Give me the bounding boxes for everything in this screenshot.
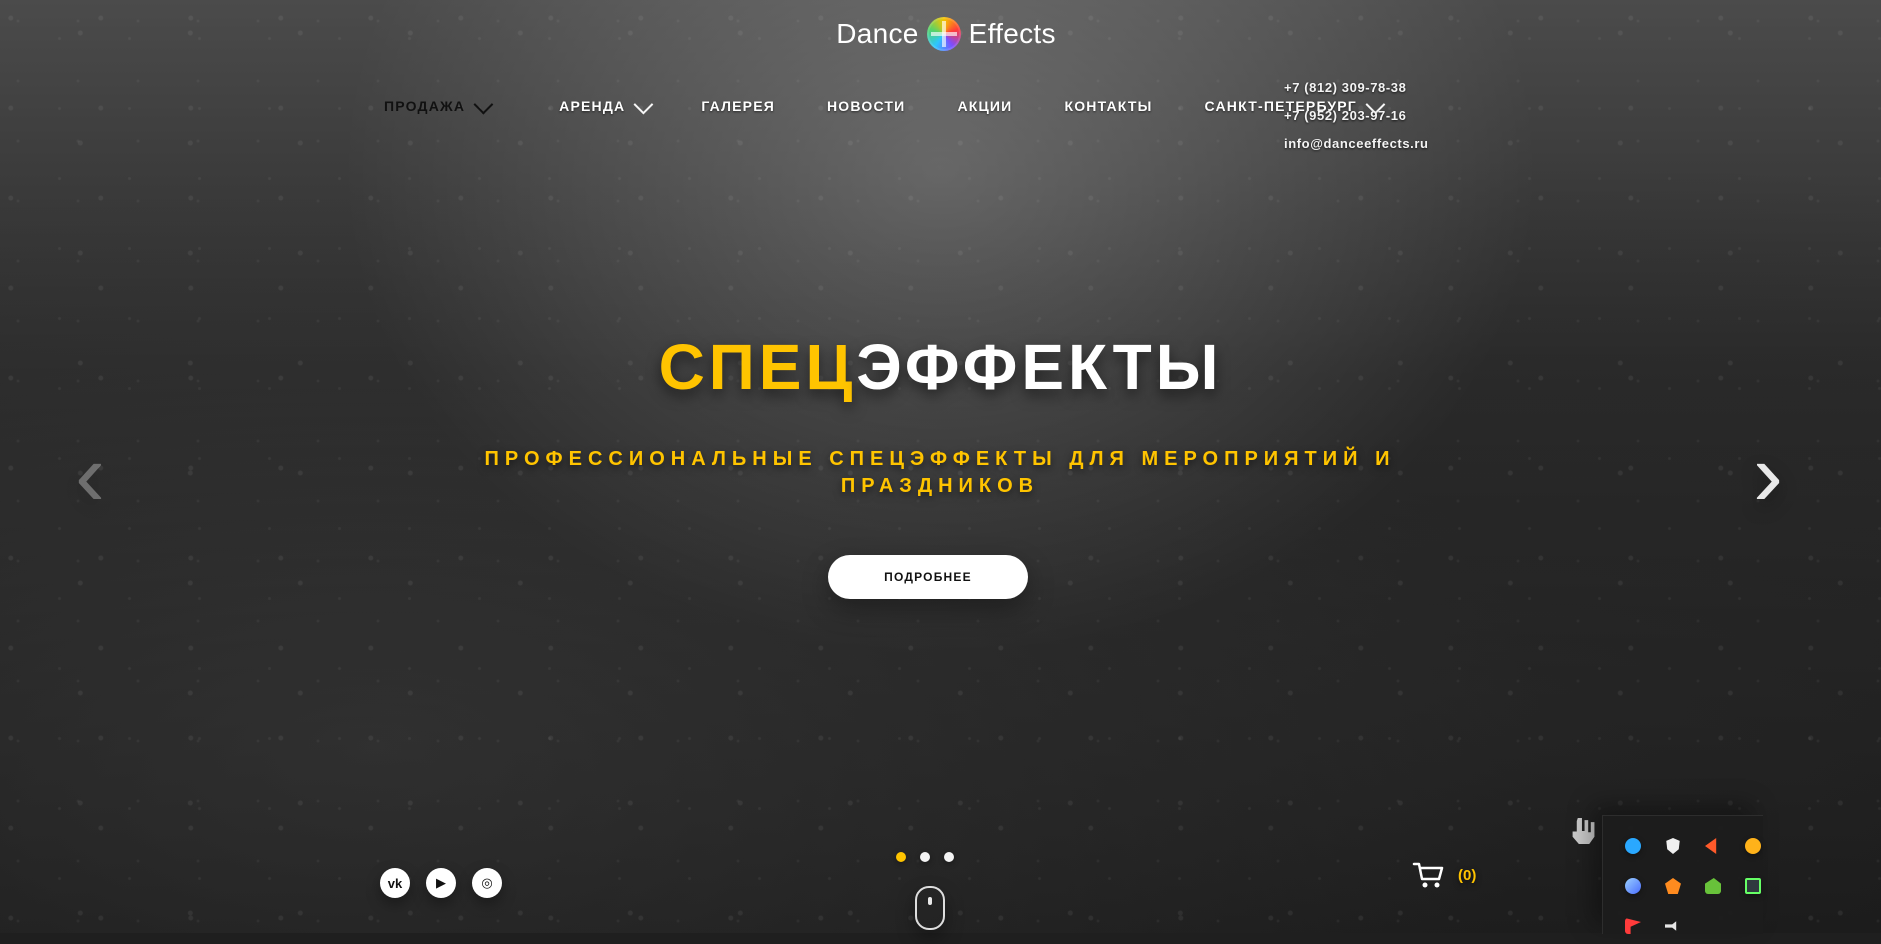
nav-item-label: АРЕНДА xyxy=(559,98,626,114)
cart-count: (0) xyxy=(1458,866,1477,884)
flag-icon xyxy=(1625,918,1641,934)
triangle-alert-icon xyxy=(1705,838,1717,854)
monitor-icon xyxy=(1745,878,1761,894)
nav-item-promos[interactable]: АКЦИИ xyxy=(931,66,1038,146)
brand-logo[interactable]: Dance Effects xyxy=(832,14,1060,54)
shield-icon[interactable] xyxy=(1655,828,1691,864)
box-icon xyxy=(1665,878,1681,894)
globe-icon[interactable] xyxy=(1615,868,1651,904)
speaker-icon[interactable] xyxy=(1655,908,1691,944)
scroll-mouse-icon[interactable] xyxy=(915,886,945,930)
slider-dot-3[interactable] xyxy=(944,852,954,862)
nav-item-news[interactable]: НОВОСТИ xyxy=(801,66,931,146)
header-contacts: +7 (812) 309-78-38 +7 (952) 203-97-16 in… xyxy=(1284,74,1494,158)
monitor-icon[interactable] xyxy=(1735,868,1771,904)
system-tray-popup xyxy=(1602,815,1763,934)
nav-item-label: ПРОДАЖА xyxy=(384,98,466,114)
slider-dot-1[interactable] xyxy=(896,852,906,862)
slider-dot-2[interactable] xyxy=(920,852,930,862)
email-link[interactable]: info@danceeffects.ru xyxy=(1284,130,1494,158)
brand-left: Dance xyxy=(836,18,919,49)
main-navigation: ПРОДАЖА АРЕНДА ГАЛЕРЕЯ НОВОСТИ АКЦИИ КОН… xyxy=(340,66,1407,146)
nav-item-label: НОВОСТИ xyxy=(827,98,906,114)
nav-item-contacts[interactable]: КОНТАКТЫ xyxy=(1038,66,1178,146)
triangle-alert-icon[interactable] xyxy=(1695,828,1731,864)
nav-item-sales[interactable]: ПРОДАЖА xyxy=(340,66,533,146)
speaker-icon xyxy=(1665,921,1677,931)
cart-icon xyxy=(1412,862,1444,888)
brand-right: Effects xyxy=(968,18,1056,49)
phone-link-1[interactable]: +7 (812) 309-78-38 xyxy=(1284,74,1494,102)
globe-icon xyxy=(1625,878,1641,894)
youtube-icon[interactable]: ▶ xyxy=(426,868,456,898)
system-tray-grid xyxy=(1615,828,1765,934)
orange-circle-icon xyxy=(1745,838,1761,854)
hero-title-accent: СПЕЦ xyxy=(658,331,857,403)
nvidia-icon xyxy=(1705,878,1721,894)
bluetooth-icon[interactable] xyxy=(1615,828,1651,864)
bluetooth-icon xyxy=(1625,838,1641,854)
nav-item-label: КОНТАКТЫ xyxy=(1064,98,1153,114)
hero-title: СПЕЦЭФФЕКТЫ xyxy=(0,330,1881,404)
hero-title-rest: ЭФФЕКТЫ xyxy=(856,331,1223,403)
nav-item-label: ГАЛЕРЕЯ xyxy=(701,98,775,114)
social-links: vk ▶ ◎ xyxy=(380,868,502,898)
box-icon[interactable] xyxy=(1655,868,1691,904)
details-button[interactable]: ПОДРОБНЕЕ xyxy=(828,555,1028,599)
logo-mark-icon xyxy=(926,17,961,51)
nav-item-rent[interactable]: АРЕНДА xyxy=(533,66,675,146)
nvidia-icon[interactable] xyxy=(1695,868,1731,904)
slider-prev-arrow[interactable]: ‹ xyxy=(72,425,108,525)
flag-icon[interactable] xyxy=(1615,908,1651,944)
chevron-down-icon xyxy=(473,94,494,115)
shield-icon xyxy=(1666,838,1680,854)
vk-icon-label: vk xyxy=(387,875,403,891)
slider-next-arrow[interactable]: › xyxy=(1750,425,1786,525)
slider-pagination xyxy=(896,852,954,862)
nav-item-label: АКЦИИ xyxy=(957,98,1013,114)
hero-subtitle: ПРОФЕССИОНАЛЬНЫЕ СПЕЦЭФФЕКТЫ ДЛЯ МЕРОПРИ… xyxy=(484,448,1396,497)
orange-circle-icon[interactable] xyxy=(1735,828,1771,864)
cart[interactable]: (0) xyxy=(1412,860,1476,890)
phone-link-2[interactable]: +7 (952) 203-97-16 xyxy=(1284,102,1494,130)
instagram-icon-label: ◎ xyxy=(481,875,493,890)
vk-icon[interactable]: vk xyxy=(380,868,410,898)
instagram-icon[interactable]: ◎ xyxy=(472,868,502,898)
chevron-down-icon xyxy=(633,94,654,115)
nav-item-gallery[interactable]: ГАЛЕРЕЯ xyxy=(675,66,801,146)
youtube-icon-label: ▶ xyxy=(436,875,446,890)
